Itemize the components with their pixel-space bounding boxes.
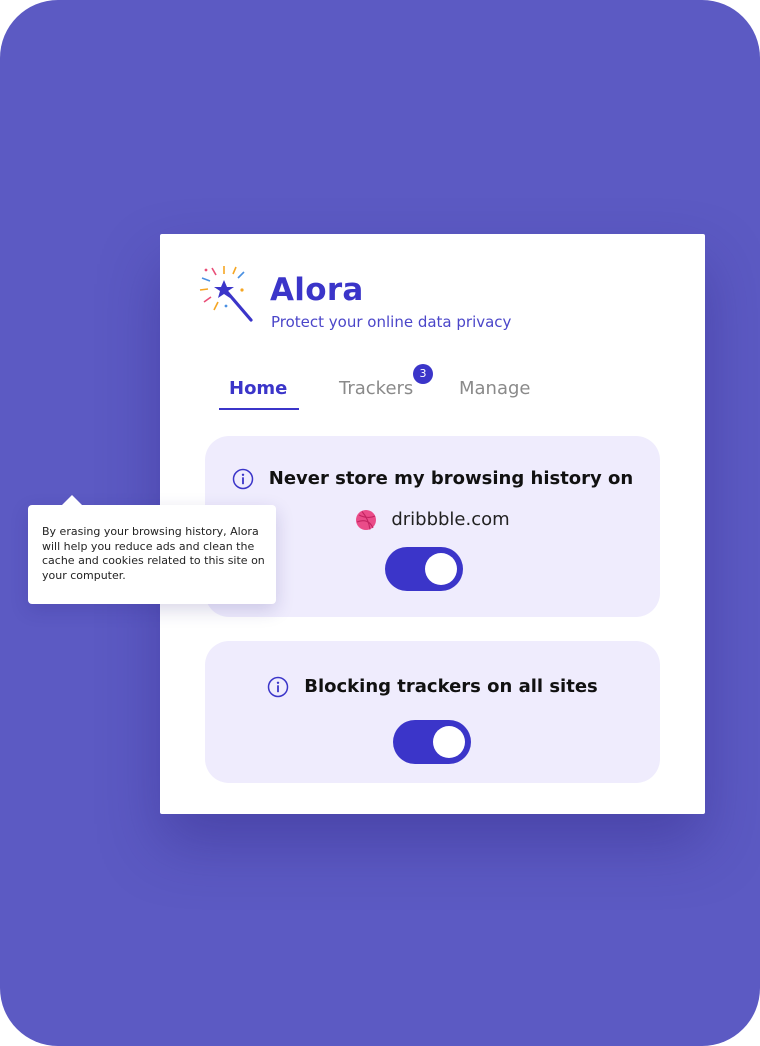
toggle-knob xyxy=(433,726,465,758)
info-icon[interactable] xyxy=(232,468,254,490)
trackers-card: Blocking trackers on all sites xyxy=(205,641,660,783)
tab-home[interactable]: Home xyxy=(229,377,287,401)
history-card-header: Never store my browsing history on xyxy=(205,467,660,491)
app-title: Alora xyxy=(270,272,364,308)
toggle-knob xyxy=(425,553,457,585)
tooltip-text: By erasing your browsing history, Alora … xyxy=(42,525,265,582)
tab-trackers[interactable]: Trackers xyxy=(339,377,413,401)
trackers-card-title: Blocking trackers on all sites xyxy=(304,676,598,697)
info-tooltip: By erasing your browsing history, Alora … xyxy=(28,495,276,604)
trackers-card-header: Blocking trackers on all sites xyxy=(205,675,660,699)
tooltip-arrow xyxy=(62,495,82,505)
info-icon[interactable] xyxy=(267,676,289,698)
tab-manage[interactable]: Manage xyxy=(459,377,531,401)
magic-wand-icon xyxy=(199,266,253,322)
app-frame: Alora Protect your online data privacy H… xyxy=(0,0,760,1046)
active-tab-indicator xyxy=(219,408,299,410)
history-card-title: Never store my browsing history on xyxy=(268,468,634,489)
app-subtitle: Protect your online data privacy xyxy=(271,313,512,331)
history-toggle[interactable] xyxy=(385,547,463,591)
site-domain: dribbble.com xyxy=(391,509,510,530)
dribbble-icon xyxy=(356,510,377,530)
trackers-toggle[interactable] xyxy=(393,720,471,764)
trackers-count-badge: 3 xyxy=(413,364,433,384)
